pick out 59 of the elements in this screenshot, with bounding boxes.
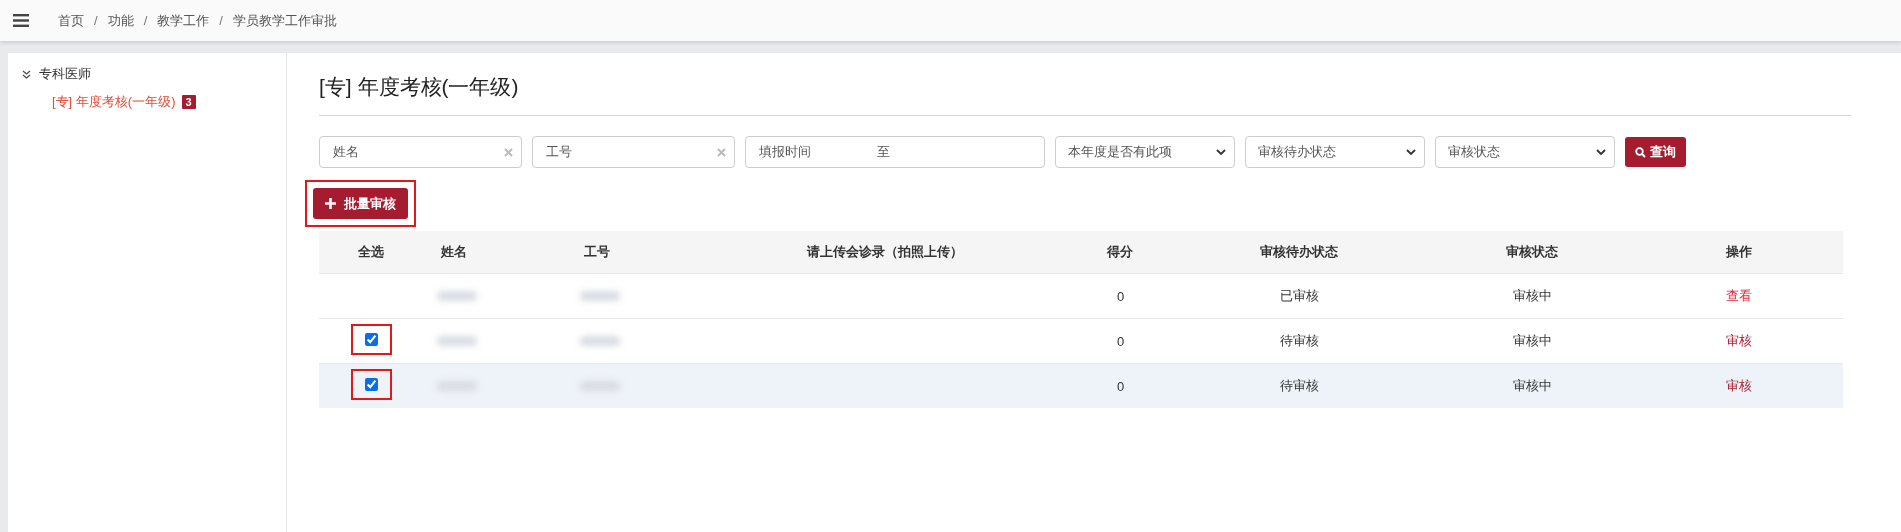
select-value: 审核状态 [1448,143,1500,161]
column-header: 工号 [566,231,700,274]
table-cell: 待审核 [1170,363,1429,408]
column-header: 姓名 [423,231,567,274]
dropdown-caret-icon [1596,148,1606,156]
redaction [580,290,621,301]
redaction [437,290,478,301]
row-checkbox[interactable] [364,333,378,346]
table-cell: 审核中 [1428,273,1636,319]
table-cell: 0 [1071,363,1171,408]
select-dropdown[interactable]: 审核待办状态 [1245,136,1425,168]
sidebar-item[interactable]: [专] 年度考核(一年级) 3 [52,93,286,111]
breadcrumb-item[interactable]: 首页 [58,11,84,30]
column-header: 请上传会诊录（拍照上传） [699,231,1072,274]
breadcrumb-separator: / [143,13,148,28]
range-separator: 至 [877,143,890,161]
column-header: 审核待办状态 [1170,231,1429,274]
breadcrumb-item: 学员教学工作审批 [232,11,337,30]
table-row[interactable]: 0 已审核 审核中 查看 [319,273,1843,319]
column-header: 操作 [1635,231,1843,274]
text-field[interactable]: 工号 [532,136,735,168]
action-link[interactable]: 审核 [1726,333,1753,348]
row-checkbox[interactable] [364,378,378,391]
breadcrumb-separator: / [219,13,223,28]
select-dropdown[interactable]: 审核状态 [1435,136,1615,168]
page-title: [专] 年度考核(一年级) [319,65,1851,116]
dropdown-caret-icon [1216,148,1226,156]
count-badge: 3 [181,95,196,109]
sidebar-group-label: 专科医师 [39,65,91,83]
table-row[interactable]: 0 待审核 审核中 审核 [319,363,1843,408]
placeholder: 工号 [546,143,572,161]
column-header: 得分 [1071,231,1171,274]
select-value: 审核待办状态 [1258,143,1336,161]
column-header: 审核状态 [1428,231,1636,274]
sidebar-group[interactable]: 专科医师 [8,63,286,85]
breadcrumb-item[interactable]: 教学工作 [157,11,210,30]
table-cell: 已审核 [1170,273,1429,319]
breadcrumb-separator: / [94,13,98,28]
select-dropdown[interactable]: 本年度是否有此项 [1055,136,1235,168]
redaction [580,335,621,346]
table-cell: 0 [1071,273,1171,319]
table-cell: 审核中 [1428,363,1636,408]
query-button[interactable]: 查询 [1625,137,1686,167]
sidebar-item-label: [专] 年度考核(一年级) [52,93,176,111]
column-header[interactable]: 全选 [319,231,424,274]
dropdown-caret-icon [1406,148,1416,156]
date-range-field[interactable]: 填报时间 至 [745,136,1045,168]
plus-icon [325,198,336,209]
redaction [437,335,478,346]
text-field[interactable]: 姓名 [319,136,522,168]
action-link[interactable]: 查看 [1726,288,1753,303]
search-icon [1635,146,1646,158]
chevron-down-icon [22,69,31,79]
placeholder: 姓名 [333,143,359,161]
placeholder: 填报时间 [759,143,811,161]
action-link[interactable]: 审核 [1726,378,1753,393]
batch-review-button[interactable]: 批量审核 [313,188,408,219]
breadcrumb-item[interactable]: 功能 [107,11,134,30]
select-value: 本年度是否有此项 [1068,143,1172,161]
